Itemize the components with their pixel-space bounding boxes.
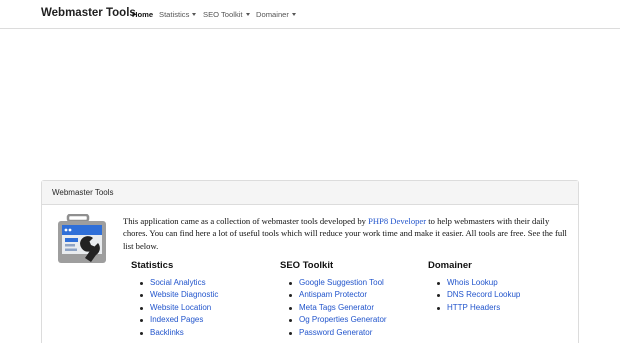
column-statistics-title: Statistics — [131, 260, 174, 271]
tool-link[interactable]: Website Location — [150, 303, 211, 312]
top-navbar: Webmaster Tools Home Statistics SEO Tool… — [0, 0, 620, 29]
tool-link[interactable]: DNS Record Lookup — [447, 290, 520, 299]
list-item: DNS Record Lookup — [428, 289, 568, 301]
caret-down-icon — [245, 13, 250, 16]
list-item: Whois Lookup — [428, 277, 568, 289]
tool-link[interactable]: Website Diagnostic — [150, 290, 218, 299]
list-item: Og Properties Generator — [280, 314, 420, 326]
nav-item-seo-toolkit[interactable]: SEO Toolkit — [203, 10, 250, 19]
list-item: Indexed Pages — [131, 314, 271, 326]
tool-link[interactable]: Google Suggestion Tool — [299, 278, 384, 287]
tool-link[interactable]: Meta Tags Generator — [299, 303, 374, 312]
column-seo-toolkit: SEO Toolkit Google Suggestion Tool Antis… — [280, 260, 420, 339]
nav-item-statistics[interactable]: Statistics — [159, 10, 197, 19]
tool-link[interactable]: Backlinks — [150, 328, 184, 337]
tool-link[interactable]: Social Analytics — [150, 278, 206, 287]
nav-item-home[interactable]: Home — [132, 10, 153, 19]
column-domainer: Domainer Whois Lookup DNS Record Lookup … — [428, 260, 568, 314]
tool-link[interactable]: Og Properties Generator — [299, 315, 387, 324]
nav-item-domainer[interactable]: Domainer — [256, 10, 296, 19]
list-item: Website Location — [131, 302, 271, 314]
toolbox-wrench-icon — [58, 214, 106, 263]
intro-card: Webmaster Tools This application came as… — [41, 180, 579, 343]
nav-item-domainer-label: Domainer — [256, 10, 289, 19]
list-item: Password Generator — [280, 327, 420, 339]
tool-link[interactable]: Indexed Pages — [150, 315, 203, 324]
intro-paragraph: This application came as a collection of… — [123, 215, 573, 252]
nav-item-seo-toolkit-label: SEO Toolkit — [203, 10, 243, 19]
intro-text-start: This application came as a collection of… — [123, 216, 369, 226]
list-item: Meta Tags Generator — [280, 302, 420, 314]
column-statistics: Statistics Social Analytics Website Diag… — [131, 260, 271, 339]
caret-down-icon — [192, 13, 197, 16]
list-item: Website Diagnostic — [131, 289, 271, 301]
tool-link[interactable]: Password Generator — [299, 328, 372, 337]
column-domainer-title: Domainer — [428, 260, 472, 271]
list-item: Antispam Protector — [280, 289, 420, 301]
list-item: Backlinks — [131, 327, 271, 339]
nav-item-statistics-label: Statistics — [159, 10, 190, 19]
tool-link[interactable]: Antispam Protector — [299, 290, 367, 299]
list-item: HTTP Headers — [428, 302, 568, 314]
column-seo-toolkit-title: SEO Toolkit — [280, 260, 334, 271]
tool-link[interactable]: HTTP Headers — [447, 303, 500, 312]
navbar-brand[interactable]: Webmaster Tools — [41, 7, 136, 19]
tool-link[interactable]: Whois Lookup — [447, 278, 498, 287]
caret-down-icon — [291, 13, 296, 16]
nav-item-home-label: Home — [132, 10, 154, 19]
list-item: Social Analytics — [131, 277, 271, 289]
list-item: Google Suggestion Tool — [280, 277, 420, 289]
card-title: Webmaster Tools — [42, 181, 578, 205]
developer-link[interactable]: PHP8 Developer — [368, 216, 426, 226]
